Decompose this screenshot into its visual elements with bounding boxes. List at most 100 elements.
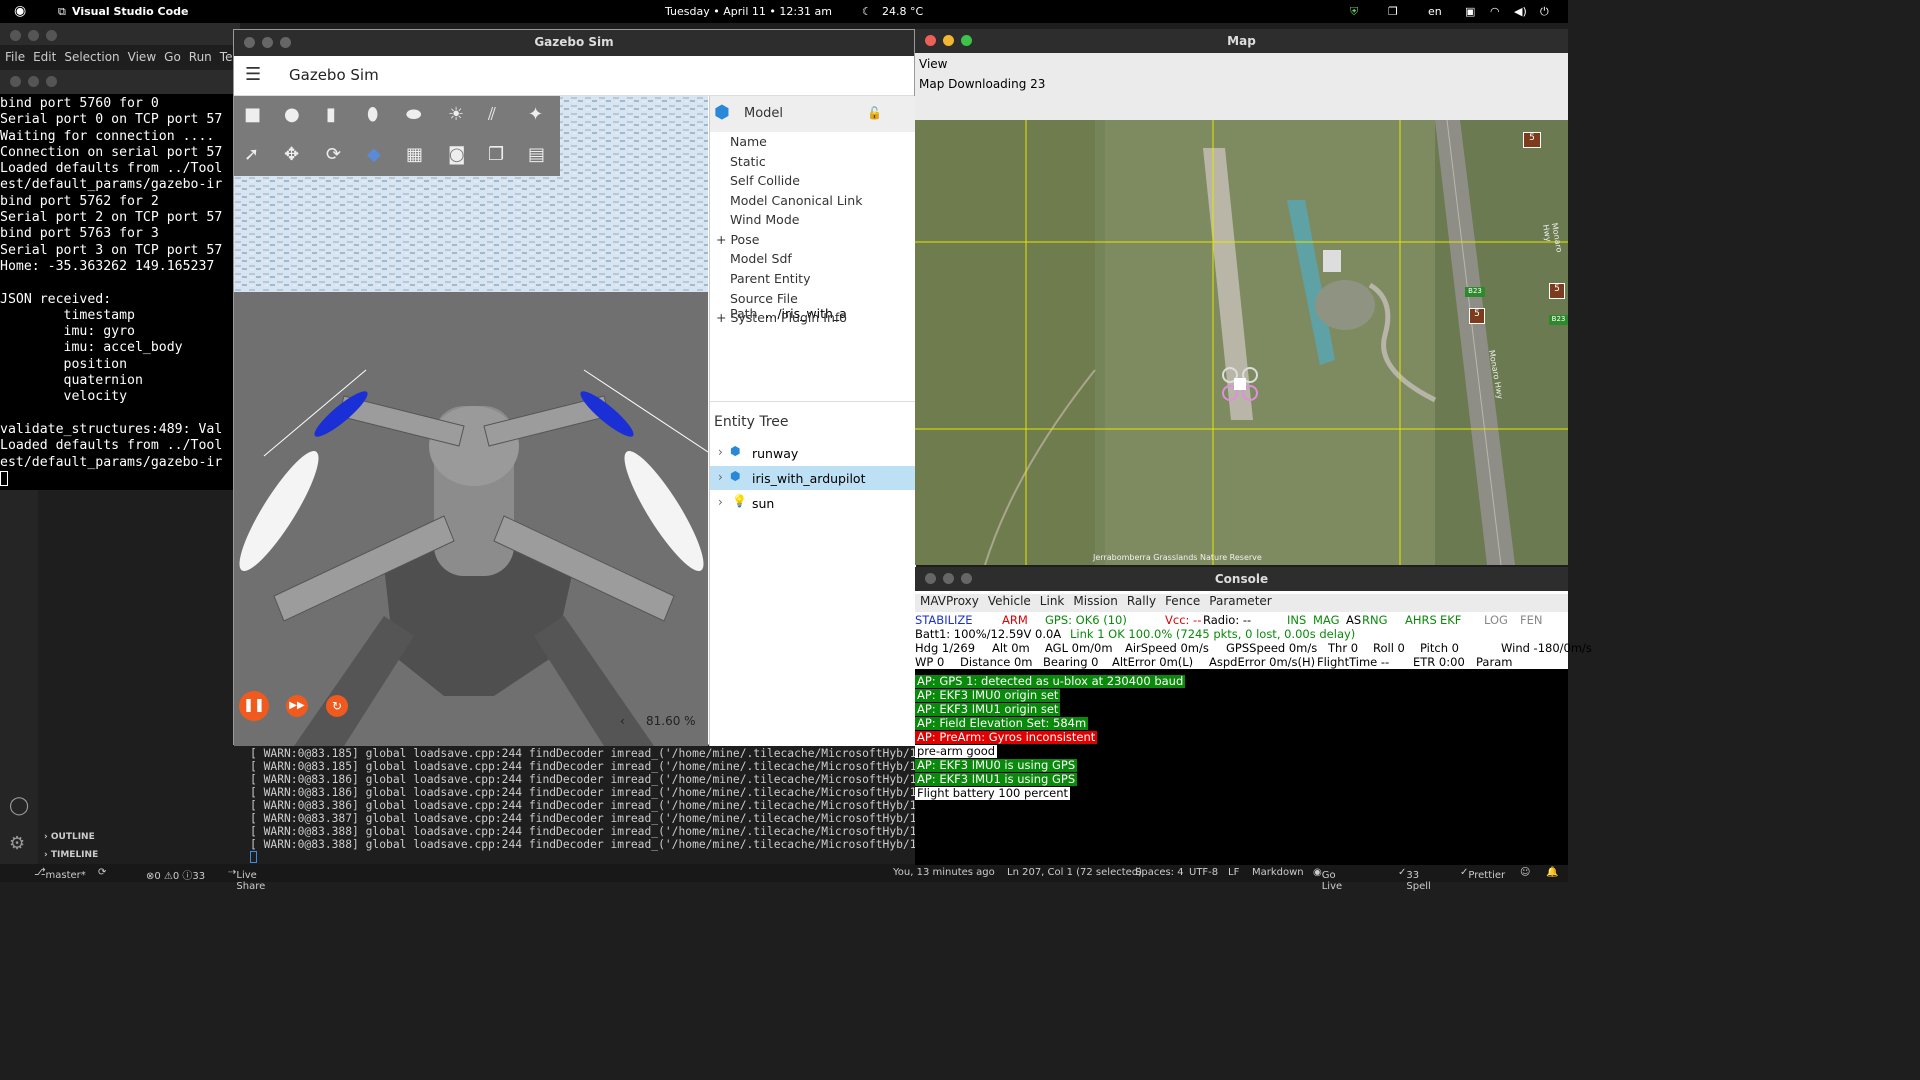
maximize-icon[interactable] xyxy=(961,573,972,584)
minimize-icon[interactable] xyxy=(28,30,39,41)
tree-item-sun[interactable]: › 💡 sun xyxy=(710,492,916,514)
gear-icon[interactable]: ⚙ xyxy=(9,833,25,854)
mission-value: WP 0 xyxy=(915,655,945,669)
sitl-terminal[interactable]: bind port 5760 for 0 Serial port 0 on TCP… xyxy=(0,70,234,490)
bell-icon[interactable]: 🔔 xyxy=(1546,867,1558,878)
git-blame[interactable]: You, 13 minutes ago xyxy=(893,867,995,878)
scene-toolbar: ■ ● ▮ ⬮ ⬬ ☀ ⫽ ✦ ➚ ✥ ⟳ ◆ ▦ ◙ ❐ ▤ xyxy=(234,96,560,176)
menu-mission[interactable]: Mission xyxy=(1073,594,1117,608)
close-icon[interactable] xyxy=(925,573,936,584)
view-angle-icon[interactable]: ◆ xyxy=(367,144,381,165)
capsule-shape-icon[interactable]: ⬮ xyxy=(367,104,378,125)
menu-selection[interactable]: Selection xyxy=(64,50,119,64)
map-window-title: Map xyxy=(1227,34,1256,48)
clock[interactable]: Tuesday • April 11 • 12:31 am xyxy=(665,5,832,18)
account-icon[interactable]: ◯ xyxy=(9,795,29,816)
feedback-icon[interactable]: ☺ xyxy=(1520,867,1530,878)
activities-icon[interactable]: ◉ xyxy=(14,3,26,19)
close-icon[interactable] xyxy=(244,37,255,48)
pause-button[interactable]: ❚❚ xyxy=(239,691,269,721)
sun-light-icon[interactable]: ☀ xyxy=(448,104,464,125)
language-indicator[interactable]: en xyxy=(1428,5,1442,18)
entity-tree-panel: Entity Tree › ⬢ runway › ⬢ iris_with_ard… xyxy=(710,401,916,746)
language-mode[interactable]: Markdown xyxy=(1252,867,1304,878)
grid-config-icon[interactable]: ▦ xyxy=(406,144,423,165)
gazebo-window: Gazebo Sim ☰ Gazebo Sim ■ ● ▮ ⬮ ⬬ ☀ ⫽ ✦ … xyxy=(233,29,916,746)
minimize-icon[interactable] xyxy=(943,573,954,584)
screenshot-camera-icon[interactable]: ◙ xyxy=(448,144,465,165)
cursor-position[interactable]: Ln 207, Col 1 (72 selected) xyxy=(1007,867,1142,878)
menu-file[interactable]: File xyxy=(5,50,25,64)
menu-view[interactable]: View xyxy=(128,50,156,64)
spot-light-icon[interactable]: ✦ xyxy=(528,104,543,125)
problems-indicator[interactable]: ⊗0 ⚠0 ⓘ33 xyxy=(146,867,205,882)
menu-mavproxy[interactable]: MAVProxy xyxy=(920,594,979,608)
spell-indicator[interactable]: ✓ 33 Spell xyxy=(1398,867,1431,892)
tree-item-runway[interactable]: › ⬢ runway xyxy=(710,442,916,464)
rotate-icon[interactable]: ⟳ xyxy=(326,144,341,165)
timeline-section[interactable]: › TIMELINE xyxy=(44,850,98,860)
screen-icon[interactable]: ▣ xyxy=(1465,5,1475,18)
maximize-icon[interactable] xyxy=(961,35,972,46)
translate-icon[interactable]: ✥ xyxy=(284,144,299,165)
shield-icon[interactable]: ⛨ xyxy=(1350,5,1358,19)
outline-section[interactable]: › OUTLINE xyxy=(44,832,95,842)
indentation[interactable]: Spaces: 4 xyxy=(1135,867,1184,878)
menu-run[interactable]: Run xyxy=(189,50,212,64)
close-icon[interactable] xyxy=(10,76,21,87)
map-menu-view[interactable]: View xyxy=(919,57,947,71)
terminal-line: position xyxy=(0,356,128,372)
rtf-collapse-icon[interactable]: ‹ xyxy=(620,714,625,728)
reset-button[interactable]: ↻ xyxy=(326,695,348,717)
menu-rally[interactable]: Rally xyxy=(1127,594,1156,608)
encoding[interactable]: UTF-8 xyxy=(1189,867,1218,878)
golive-button[interactable]: ◉ Go Live xyxy=(1313,867,1342,892)
minimize-icon[interactable] xyxy=(943,35,954,46)
paste-icon[interactable]: ▤ xyxy=(528,144,545,165)
wifi-icon[interactable]: ◠ xyxy=(1490,5,1500,18)
directional-light-icon[interactable]: ⫽ xyxy=(488,104,496,125)
prop-system-plugin[interactable]: + System Plugin Info xyxy=(716,310,847,325)
prop-pose[interactable]: + Pose xyxy=(716,232,759,247)
cylinder-shape-icon[interactable]: ▮ xyxy=(326,104,336,125)
maximize-icon[interactable] xyxy=(46,76,57,87)
maximize-icon[interactable] xyxy=(46,30,57,41)
vscode-icon: ⧉ xyxy=(58,5,66,18)
power-icon[interactable]: ⏻ xyxy=(1540,5,1549,19)
gazebo-titlebar: Gazebo Sim xyxy=(234,30,914,56)
ellipsoid-shape-icon[interactable]: ⬬ xyxy=(406,104,421,125)
satellite-map[interactable]: 5 B23 5 B23 5 Monaro Hwy Monaro Hwy Jerr… xyxy=(915,120,1568,565)
menu-terminal[interactable]: Te xyxy=(220,50,233,64)
branch-indicator[interactable]: ⎇ master* xyxy=(34,867,86,881)
prop-self-collide: Self Collide xyxy=(730,173,800,188)
hamburger-menu-icon[interactable]: ☰ xyxy=(245,64,261,85)
lock-icon[interactable]: 🔓 xyxy=(867,106,882,120)
clipboard-icon[interactable]: ❐ xyxy=(1388,5,1398,18)
tree-item-iris[interactable]: › ⬢ iris_with_ardupilot xyxy=(710,466,916,490)
step-button[interactable]: ▶▶ xyxy=(286,695,308,717)
menu-parameter[interactable]: Parameter xyxy=(1209,594,1271,608)
terminal-line: timestamp xyxy=(0,307,135,323)
3d-scene-view[interactable]: ■ ● ▮ ⬮ ⬬ ☀ ⫽ ✦ ➚ ✥ ⟳ ◆ ▦ ◙ ❐ ▤ ❚❚ ▶▶ ↻ … xyxy=(234,96,708,746)
eol[interactable]: LF xyxy=(1228,867,1239,878)
volume-icon[interactable]: ◀) xyxy=(1514,5,1527,18)
minimize-icon[interactable] xyxy=(262,37,273,48)
focused-app-name[interactable]: Visual Studio Code xyxy=(72,5,189,18)
menu-link[interactable]: Link xyxy=(1040,594,1065,608)
copy-icon[interactable]: ❐ xyxy=(488,144,504,165)
prettier-indicator[interactable]: ✓ Prettier xyxy=(1460,867,1505,881)
console-message-log[interactable]: AP: GPS 1: detected as u-blox at 230400 … xyxy=(915,669,1568,865)
maximize-icon[interactable] xyxy=(280,37,291,48)
box-shape-icon[interactable]: ■ xyxy=(244,104,261,125)
menu-edit[interactable]: Edit xyxy=(33,50,56,64)
close-icon[interactable] xyxy=(925,35,936,46)
close-icon[interactable] xyxy=(10,30,21,41)
menu-vehicle[interactable]: Vehicle xyxy=(988,594,1031,608)
sync-icon[interactable]: ⟳ xyxy=(98,867,106,878)
sphere-shape-icon[interactable]: ● xyxy=(284,104,300,125)
liveshare-button[interactable]: ⇢ Live Share xyxy=(228,867,265,892)
select-arrow-icon[interactable]: ➚ xyxy=(244,144,259,165)
menu-fence[interactable]: Fence xyxy=(1165,594,1200,608)
menu-go[interactable]: Go xyxy=(164,50,181,64)
minimize-icon[interactable] xyxy=(28,76,39,87)
